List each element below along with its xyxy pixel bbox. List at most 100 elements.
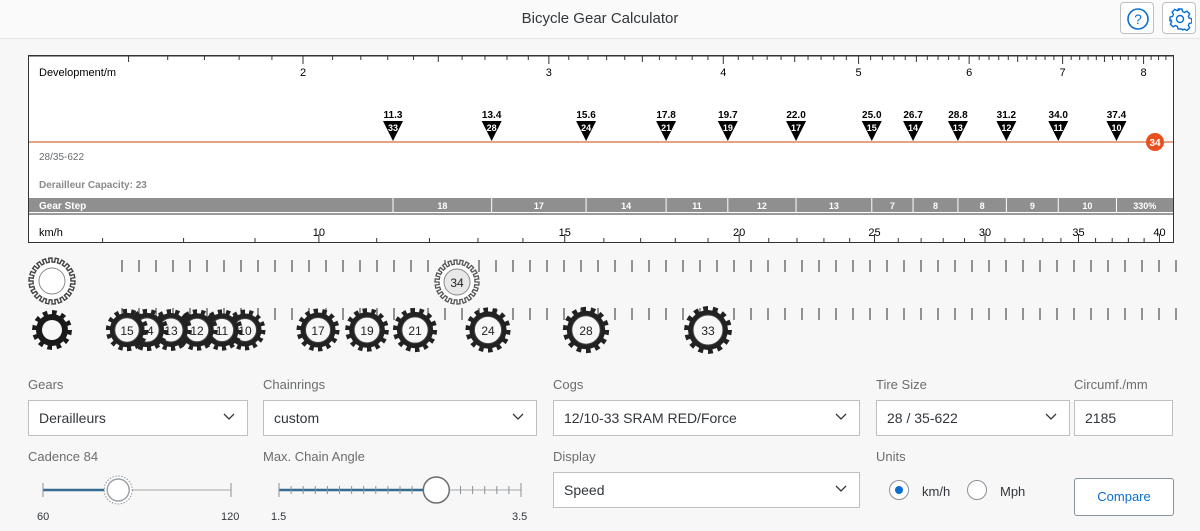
- svg-text:?: ?: [1134, 11, 1142, 27]
- gear-chart-svg: Development/m 2 3 4 5 6 7 811.33313.42815.62417…: [29, 55, 1173, 242]
- gear-step-value: 7: [890, 201, 895, 211]
- chevron-down-icon: [223, 413, 235, 420]
- gear-marker: 22.0 17: [786, 110, 806, 141]
- page-title: Bicycle Gear Calculator: [521, 10, 679, 27]
- gear-step-value: 13: [829, 201, 839, 211]
- speed-tick-label: 40: [1153, 227, 1165, 239]
- gear-cog-label: 19: [723, 123, 733, 133]
- gear-icon: [1169, 8, 1192, 31]
- gear-marker: 26.7 14: [903, 110, 923, 141]
- cogs-select[interactable]: 12/10-33 SRAM RED/Force: [553, 400, 860, 436]
- gear-speed-label: 11.3: [384, 110, 403, 121]
- cog-sprocket-label: 21: [408, 324, 422, 338]
- radio-selected-dot: [895, 486, 903, 494]
- gear-speed-label: 17.8: [656, 110, 676, 121]
- units-mph-radio[interactable]: [967, 480, 987, 500]
- dev-tick-label: 5: [856, 67, 862, 79]
- cadence-label: Cadence 84: [28, 449, 99, 464]
- gear-step-value: 8: [980, 201, 985, 211]
- gear-step-bar: [29, 198, 1173, 212]
- units-mph-label: Mph: [1000, 484, 1026, 499]
- gear-step-value: 8: [933, 201, 938, 211]
- chain-angle-slider-handle[interactable]: [422, 476, 451, 504]
- gear-range-value: 330%: [1133, 201, 1156, 211]
- gear-step-value: 9: [1030, 201, 1035, 211]
- gear-cog-label: 28: [487, 123, 497, 133]
- cog-sprocket-label: 17: [311, 324, 325, 338]
- speed-tick-label: 35: [1072, 227, 1084, 239]
- gear-chart: Development/m 2 3 4 5 6 7 8 11.3 33 13.4 28 15.6 24 17…: [28, 55, 1174, 243]
- gear-marker: 19.7 19: [717, 110, 738, 141]
- gear-cog-label: 15: [867, 123, 877, 133]
- gear-marker: 11.3 33: [382, 110, 403, 141]
- gear-marker: 37.4 10: [1106, 110, 1127, 141]
- speed-tick-label: 15: [559, 227, 571, 239]
- gear-step-value: 17: [534, 201, 544, 211]
- cogs-label: Cogs: [553, 377, 584, 392]
- dev-tick-label: 7: [1060, 67, 1066, 79]
- gear-speed-label: 34.0: [1049, 110, 1069, 121]
- gear-speed-label: 13.4: [482, 110, 502, 121]
- cog-sprocket-label: 28: [579, 324, 593, 338]
- speed-tick-label: 25: [868, 227, 880, 239]
- gear-marker: 25.0 15: [861, 110, 882, 141]
- tire-size-text: 28/35-622: [39, 152, 84, 163]
- gears-select[interactable]: Derailleurs: [28, 400, 248, 436]
- speed-axis-label: km/h: [39, 227, 63, 239]
- gear-marker: 13.4 28: [481, 110, 502, 141]
- gear-step-value: 11: [692, 201, 702, 211]
- display-select[interactable]: Speed: [553, 472, 860, 508]
- gear-speed-label: 22.0: [786, 110, 806, 121]
- question-circle-icon: ?: [1127, 8, 1149, 30]
- display-label: Display: [553, 449, 596, 464]
- gear-cog-label: 24: [581, 123, 591, 133]
- cadence-slider[interactable]: [36, 474, 240, 508]
- cogs-select-value: 12/10-33 SRAM RED/Force: [564, 410, 737, 426]
- tire-size-select-value: 28 / 35-622: [887, 410, 958, 426]
- gear-step-label: Gear Step: [39, 201, 86, 212]
- gear-speed-label: 15.6: [576, 110, 596, 121]
- gear-marker: 17.8 21: [656, 110, 676, 141]
- help-button[interactable]: ?: [1120, 2, 1154, 34]
- cadence-slider-handle[interactable]: [103, 475, 133, 505]
- settings-button[interactable]: [1162, 2, 1196, 34]
- dev-tick-label: 6: [966, 67, 972, 79]
- gear-speed-label: 28.8: [948, 110, 968, 121]
- circumf-input[interactable]: 2185: [1074, 400, 1173, 436]
- tire-size-select[interactable]: 28 / 35-622: [876, 400, 1070, 436]
- derailleur-capacity-text: Derailleur Capacity: 23: [39, 180, 147, 191]
- speed-tick-label: 10: [313, 227, 325, 239]
- chevron-down-icon: [512, 413, 524, 420]
- gear-marker: 28.8 13: [947, 110, 968, 141]
- chain-angle-slider[interactable]: [272, 474, 528, 508]
- gear-step-value: 18: [437, 201, 447, 211]
- display-select-value: Speed: [564, 482, 605, 498]
- sprocket-svg: 34101112131415171921242833: [28, 257, 1177, 354]
- units-kmh-radio[interactable]: [889, 480, 909, 500]
- gear-marker: 34.0 11: [1048, 110, 1068, 141]
- chainring-badge-label: 34: [1149, 138, 1161, 149]
- gears-select-value: Derailleurs: [39, 410, 106, 426]
- gear-cog-label: 13: [953, 123, 963, 133]
- tire-size-label: Tire Size: [876, 377, 927, 392]
- chain-angle-min-label: 1.5: [271, 511, 287, 523]
- compare-button[interactable]: Compare: [1074, 478, 1174, 516]
- sprocket-visualization: 34101112131415171921242833: [0, 250, 1200, 360]
- chainrings-select[interactable]: custom: [263, 400, 537, 436]
- gear-cog-label: 11: [1054, 123, 1064, 133]
- chevron-down-icon: [1045, 413, 1057, 420]
- chain-angle-label: Max. Chain Angle: [263, 449, 365, 464]
- units-label: Units: [876, 449, 906, 464]
- gear-marker: 15.6 24: [576, 110, 596, 141]
- chain-angle-max-label: 3.5: [512, 511, 528, 523]
- chainrings-select-value: custom: [274, 410, 320, 426]
- gear-speed-label: 19.7: [718, 110, 738, 121]
- development-axis-label: Development/m: [39, 67, 116, 79]
- chevron-down-icon: [835, 485, 847, 492]
- gear-speed-label: 26.7: [903, 110, 923, 121]
- gear-speed-label: 37.4: [1107, 110, 1127, 121]
- gear-speed-label: 25.0: [862, 110, 882, 121]
- speed-tick-label: 20: [733, 227, 745, 239]
- speed-tick-label: 30: [979, 227, 991, 239]
- gear-cog-label: 14: [908, 123, 918, 133]
